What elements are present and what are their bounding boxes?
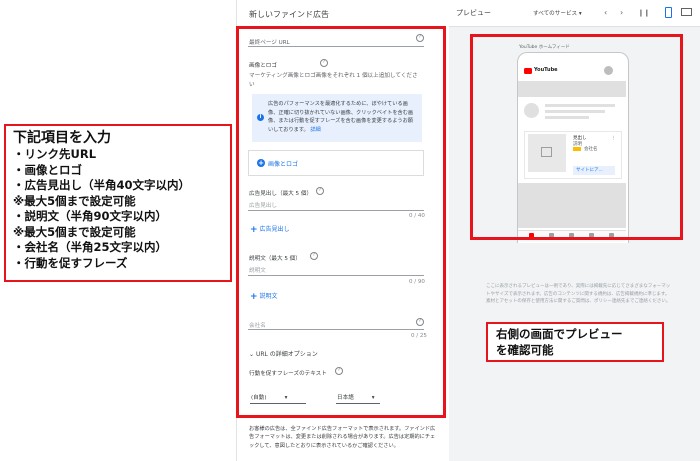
annotation-line: ・説明文（半角90文字以内） <box>13 209 168 223</box>
preview-note: ここに表示されるプレビューは一例であり、実際には掲載先に応じてさまざまなフォーマ… <box>486 284 671 304</box>
desktop-device-icon[interactable] <box>681 8 692 16</box>
form-title: 新しいファインド広告 <box>249 10 329 19</box>
annotation-preview: 右側の画面でプレビュー を確認可能 <box>486 322 664 362</box>
preview-highlight-box <box>470 34 683 240</box>
annotation-line: ・会社名（半角25文字以内） <box>13 240 168 254</box>
mobile-device-icon[interactable] <box>665 7 672 18</box>
annotation-line: を確認可能 <box>496 343 554 357</box>
next-icon[interactable]: › <box>620 9 623 17</box>
footer-note: お客様の広告は、全ファインド広告フォーマットで表示されます。ファインド広告フォー… <box>249 426 436 449</box>
service-select[interactable]: すべてのサービス ▾ <box>533 9 582 17</box>
annotation-line: ※最大5個まで設定可能 <box>13 224 136 239</box>
preview-title: プレビュー <box>456 9 491 17</box>
annotation-heading: 下記項目を入力 <box>13 130 111 146</box>
service-select-value: すべてのサービス <box>533 11 578 17</box>
annotation-line: ・画像とロゴ <box>13 162 82 177</box>
annotation-line: ・広告見出し（半角40文字以内） <box>13 178 191 192</box>
annotation-line: ※最大5個まで設定可能 <box>13 193 136 208</box>
pause-icon[interactable]: ❙❙ <box>638 9 650 17</box>
prev-icon[interactable]: ‹ <box>604 9 607 17</box>
dropdown-arrow-icon: ▾ <box>578 11 582 17</box>
annotation-input-items: 下記項目を入力 ・リンク先URL ・画像とロゴ ・広告見出し（半角40文字以内）… <box>4 124 232 282</box>
annotation-line: ・リンク先URL <box>13 147 97 161</box>
annotation-line: 右側の画面でプレビュー <box>496 327 623 341</box>
annotation-line: ・行動を促すフレーズ <box>13 255 128 270</box>
form-highlight-box <box>236 26 446 418</box>
